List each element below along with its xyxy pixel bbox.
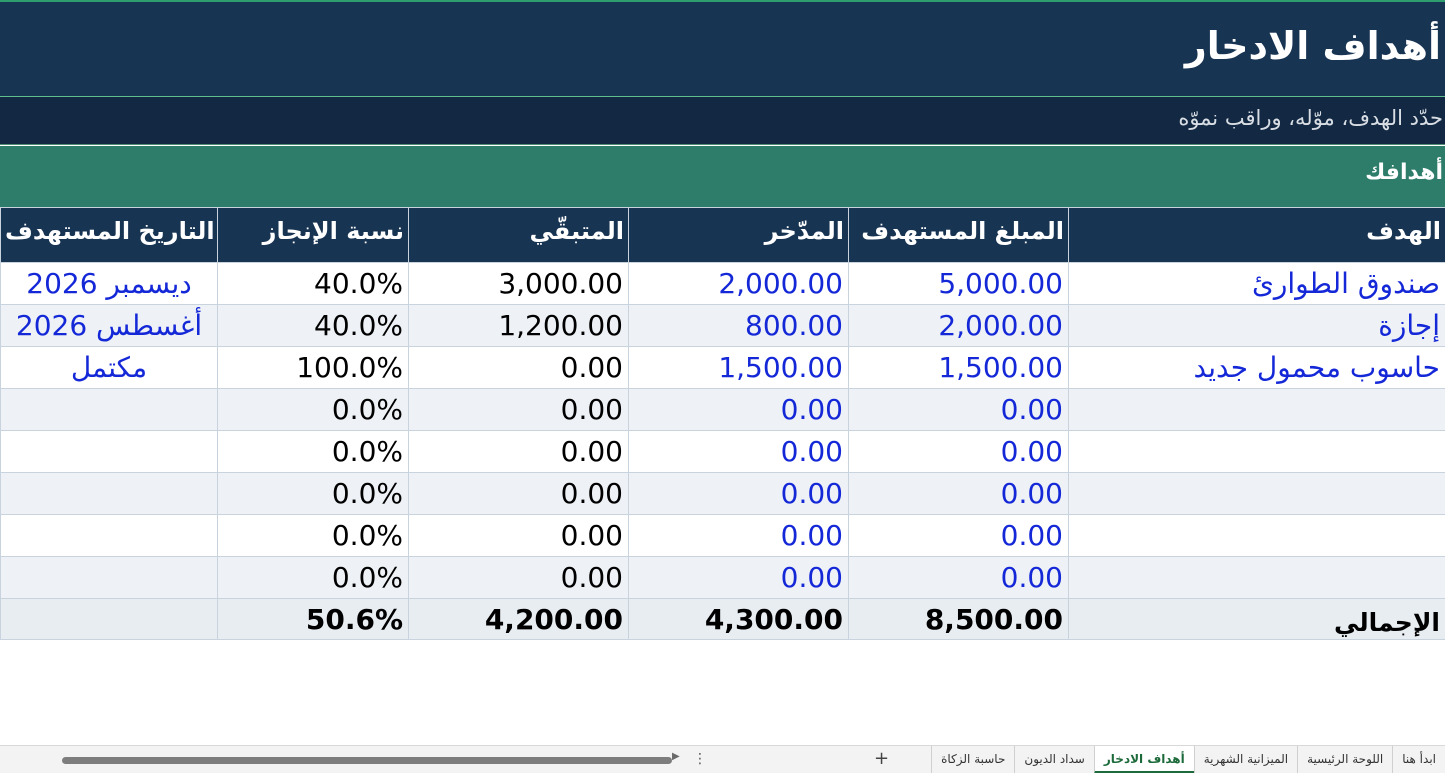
- target-cell[interactable]: 5,000.00: [848, 262, 1069, 305]
- goal-cell[interactable]: إجازة: [1068, 304, 1445, 347]
- target-cell[interactable]: 0.00: [848, 388, 1069, 431]
- saved-cell[interactable]: 0.00: [628, 430, 849, 473]
- saved-cell[interactable]: 1,500.00: [628, 346, 849, 389]
- remaining-cell[interactable]: 0.00: [408, 556, 629, 599]
- header-saved[interactable]: المدّخر: [628, 207, 849, 263]
- percent-cell[interactable]: 100.0%: [217, 346, 409, 389]
- date-cell[interactable]: [0, 556, 218, 599]
- remaining-cell[interactable]: 0.00: [408, 514, 629, 557]
- section-band: أهدافك: [0, 146, 1445, 207]
- scrollbar-thumb[interactable]: [62, 757, 672, 764]
- sheet-tab[interactable]: أهداف الادخار: [1093, 746, 1194, 773]
- date-cell[interactable]: ديسمبر 2026: [0, 262, 218, 305]
- header-row: التاريخ المستهدف نسبة الإنجاز المتبقّي ا…: [0, 207, 1445, 263]
- title-band: أهداف الادخار: [0, 0, 1445, 97]
- percent-cell[interactable]: 0.0%: [217, 430, 409, 473]
- saved-cell[interactable]: 0.00: [628, 514, 849, 557]
- sheet-tab[interactable]: ابدأ هنا: [1392, 746, 1445, 773]
- percent-cell[interactable]: 0.0%: [217, 388, 409, 431]
- target-cell[interactable]: 0.00: [848, 472, 1069, 515]
- header-target-date[interactable]: التاريخ المستهدف: [0, 207, 218, 263]
- goal-cell[interactable]: [1068, 472, 1445, 515]
- table-row: 0.0% 0.00 0.00 0.00: [0, 472, 1445, 515]
- saved-cell[interactable]: 0.00: [628, 556, 849, 599]
- sheet-tabs: ابدأ هنا اللوحة الرئيسية الميزانية الشهرية…: [931, 746, 1445, 773]
- remaining-cell[interactable]: 0.00: [408, 472, 629, 515]
- total-saved[interactable]: 4,300.00: [628, 598, 849, 640]
- date-cell[interactable]: [0, 388, 218, 431]
- remaining-cell[interactable]: 1,200.00: [408, 304, 629, 347]
- goal-cell[interactable]: صندوق الطوارئ: [1068, 262, 1445, 305]
- total-row: 50.6% 4,200.00 4,300.00 8,500.00 الإجمال…: [0, 598, 1445, 640]
- remaining-cell[interactable]: 0.00: [408, 388, 629, 431]
- goal-cell[interactable]: [1068, 556, 1445, 599]
- sheet-tab-bar: ▶ ⋮ + ابدأ هنا اللوحة الرئيسية الميزانية ا…: [0, 745, 1445, 773]
- date-cell[interactable]: أغسطس 2026: [0, 304, 218, 347]
- sheet-tab[interactable]: حاسبة الزكاة: [931, 746, 1014, 773]
- saved-cell[interactable]: 0.00: [628, 472, 849, 515]
- percent-cell[interactable]: 0.0%: [217, 556, 409, 599]
- header-goal[interactable]: الهدف: [1068, 207, 1445, 263]
- date-cell[interactable]: [0, 514, 218, 557]
- table-row: مكتمل 100.0% 0.00 1,500.00 1,500.00 حاسوب محم…: [0, 346, 1445, 389]
- table-row: أغسطس 2026 40.0% 1,200.00 800.00 2,000.00 إجا…: [0, 304, 1445, 347]
- page-subtitle: حدّد الهدف، موّله، وراقب نموّه: [1178, 106, 1443, 130]
- goals-body: ديسمبر 2026 40.0% 3,000.00 2,000.00 5,000.00…: [0, 262, 1445, 599]
- header-target-amount[interactable]: المبلغ المستهدف: [848, 207, 1069, 263]
- goals-table: التاريخ المستهدف نسبة الإنجاز المتبقّي ا…: [0, 207, 1445, 640]
- target-cell[interactable]: 0.00: [848, 556, 1069, 599]
- table-row: 0.0% 0.00 0.00 0.00: [0, 430, 1445, 473]
- percent-cell[interactable]: 40.0%: [217, 262, 409, 305]
- percent-cell[interactable]: 40.0%: [217, 304, 409, 347]
- horizontal-scrollbar[interactable]: [58, 756, 682, 764]
- date-cell[interactable]: مكتمل: [0, 346, 218, 389]
- remaining-cell[interactable]: 0.00: [408, 346, 629, 389]
- target-cell[interactable]: 2,000.00: [848, 304, 1069, 347]
- target-cell[interactable]: 1,500.00: [848, 346, 1069, 389]
- more-options-icon[interactable]: ⋮: [693, 751, 707, 767]
- table-row: 0.0% 0.00 0.00 0.00: [0, 388, 1445, 431]
- header-percent[interactable]: نسبة الإنجاز: [217, 207, 409, 263]
- header-remaining[interactable]: المتبقّي: [408, 207, 629, 263]
- saved-cell[interactable]: 0.00: [628, 388, 849, 431]
- subtitle-band: حدّد الهدف، موّله، وراقب نموّه: [0, 97, 1445, 145]
- sheet-tab[interactable]: اللوحة الرئيسية: [1297, 746, 1392, 773]
- target-cell[interactable]: 0.00: [848, 430, 1069, 473]
- saved-cell[interactable]: 800.00: [628, 304, 849, 347]
- table-row: ديسمبر 2026 40.0% 3,000.00 2,000.00 5,000.00…: [0, 262, 1445, 305]
- date-cell[interactable]: [0, 472, 218, 515]
- goal-cell[interactable]: حاسوب محمول جديد: [1068, 346, 1445, 389]
- goal-cell[interactable]: [1068, 430, 1445, 473]
- table-row: 0.0% 0.00 0.00 0.00: [0, 556, 1445, 599]
- goal-cell[interactable]: [1068, 514, 1445, 557]
- date-cell[interactable]: [0, 430, 218, 473]
- sheet-tab[interactable]: الميزانية الشهرية: [1193, 746, 1297, 773]
- saved-cell[interactable]: 2,000.00: [628, 262, 849, 305]
- section-title: أهدافك: [1365, 160, 1443, 185]
- page-title: أهداف الادخار: [1184, 24, 1441, 68]
- scroll-right-arrow-icon[interactable]: ▶: [672, 751, 680, 762]
- total-target[interactable]: 8,500.00: [848, 598, 1069, 640]
- target-cell[interactable]: 0.00: [848, 514, 1069, 557]
- add-sheet-button[interactable]: +: [874, 748, 889, 769]
- remaining-cell[interactable]: 3,000.00: [408, 262, 629, 305]
- sheet-tab[interactable]: سداد الديون: [1014, 746, 1094, 773]
- total-label[interactable]: الإجمالي: [1068, 598, 1445, 640]
- total-remaining[interactable]: 4,200.00: [408, 598, 629, 640]
- goal-cell[interactable]: [1068, 388, 1445, 431]
- percent-cell[interactable]: 0.0%: [217, 472, 409, 515]
- percent-cell[interactable]: 0.0%: [217, 514, 409, 557]
- table-row: 0.0% 0.00 0.00 0.00: [0, 514, 1445, 557]
- remaining-cell[interactable]: 0.00: [408, 430, 629, 473]
- total-percent[interactable]: 50.6%: [217, 598, 409, 640]
- total-date-cell[interactable]: [0, 598, 218, 640]
